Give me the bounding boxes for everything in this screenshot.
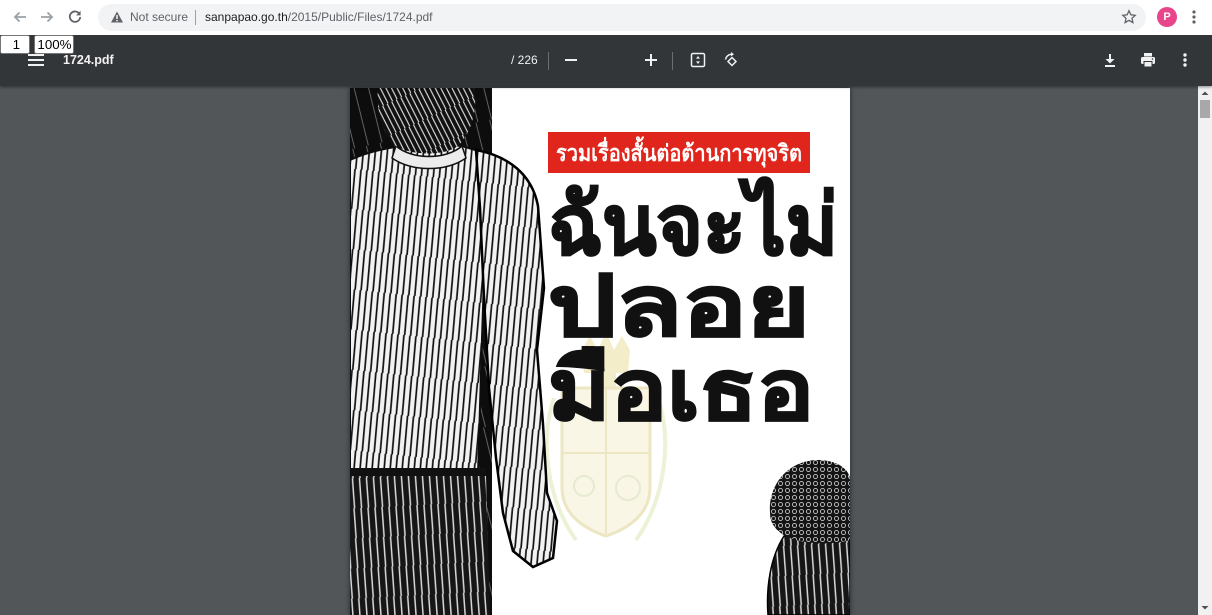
cover-banner-text: รวมเรื่องสั้นต่อต้านการทุจริต <box>556 136 802 168</box>
hamburger-icon <box>28 54 44 66</box>
fit-to-page-icon <box>690 52 706 68</box>
browser-menu-button[interactable] <box>1182 5 1206 29</box>
security-label[interactable]: Not secure <box>130 4 188 31</box>
print-button[interactable] <box>1136 48 1160 72</box>
toolbar-separator <box>548 52 549 70</box>
pdf-page: รวมเรื่องสั้นต่อต้านการทุจริต ฉันจะไม่ ป… <box>350 88 850 615</box>
download-button[interactable] <box>1098 48 1122 72</box>
pdf-viewer[interactable]: รวมเรื่องสั้นต่อต้านการทุจริต ฉันจะไม่ ป… <box>0 86 1212 615</box>
rotate-button[interactable] <box>719 48 743 72</box>
reload-button[interactable] <box>63 5 87 29</box>
scroll-up-arrow-icon[interactable] <box>1198 88 1212 98</box>
page-total-label: / 226 <box>511 53 538 67</box>
scrollbar-thumb[interactable] <box>1200 100 1210 118</box>
rotate-counterclockwise-icon <box>724 52 738 67</box>
scroll-down-arrow-icon[interactable] <box>1198 603 1212 613</box>
url-path: /2015/Public/Files/1724.pdf <box>287 10 433 24</box>
address-divider <box>195 10 196 25</box>
arrow-left-icon <box>13 11 26 23</box>
sidebar-menu-button[interactable] <box>24 48 48 72</box>
toolbar-separator <box>672 52 673 70</box>
pdf-toolbar: 1724.pdf / 226 <box>0 35 1212 86</box>
bookmark-star-button[interactable] <box>1121 9 1137 30</box>
cover-page: รวมเรื่องสั้นต่อต้านการทุจริต ฉันจะไม่ ป… <box>350 88 850 615</box>
kebab-menu-icon <box>1183 53 1187 67</box>
download-icon <box>1105 54 1115 67</box>
warning-triangle-icon[interactable] <box>110 10 124 29</box>
reload-icon <box>68 10 82 23</box>
more-actions-button[interactable] <box>1173 48 1197 72</box>
address-bar[interactable]: Not secure sanpapao.go.th/2015/Public/Fi… <box>98 4 1146 31</box>
url-domain: sanpapao.go.th <box>205 10 288 24</box>
cover-title-line-3: มือเธอ <box>548 341 814 439</box>
zoom-out-button[interactable] <box>559 48 583 72</box>
forward-button[interactable] <box>35 5 59 29</box>
fit-to-page-button[interactable] <box>686 48 710 72</box>
plus-icon <box>645 54 657 66</box>
minus-icon <box>565 59 577 61</box>
page-number-input[interactable] <box>0 35 30 54</box>
arrow-right-icon <box>41 11 54 23</box>
browser-toolbar: Not secure sanpapao.go.th/2015/Public/Fi… <box>0 0 1212 35</box>
profile-avatar[interactable]: P <box>1157 7 1177 27</box>
profile-initial: P <box>1163 11 1171 23</box>
url-text[interactable]: sanpapao.go.th/2015/Public/Files/1724.pd… <box>205 4 433 31</box>
back-button[interactable] <box>8 5 32 29</box>
print-icon <box>1141 53 1155 68</box>
man-jeans <box>350 476 490 615</box>
vertical-scrollbar[interactable] <box>1198 86 1212 615</box>
man-torso <box>350 143 488 475</box>
document-title: 1724.pdf <box>63 53 114 67</box>
star-icon <box>1121 9 1137 24</box>
zoom-in-button[interactable] <box>639 48 663 72</box>
kebab-menu-icon <box>1192 10 1196 24</box>
